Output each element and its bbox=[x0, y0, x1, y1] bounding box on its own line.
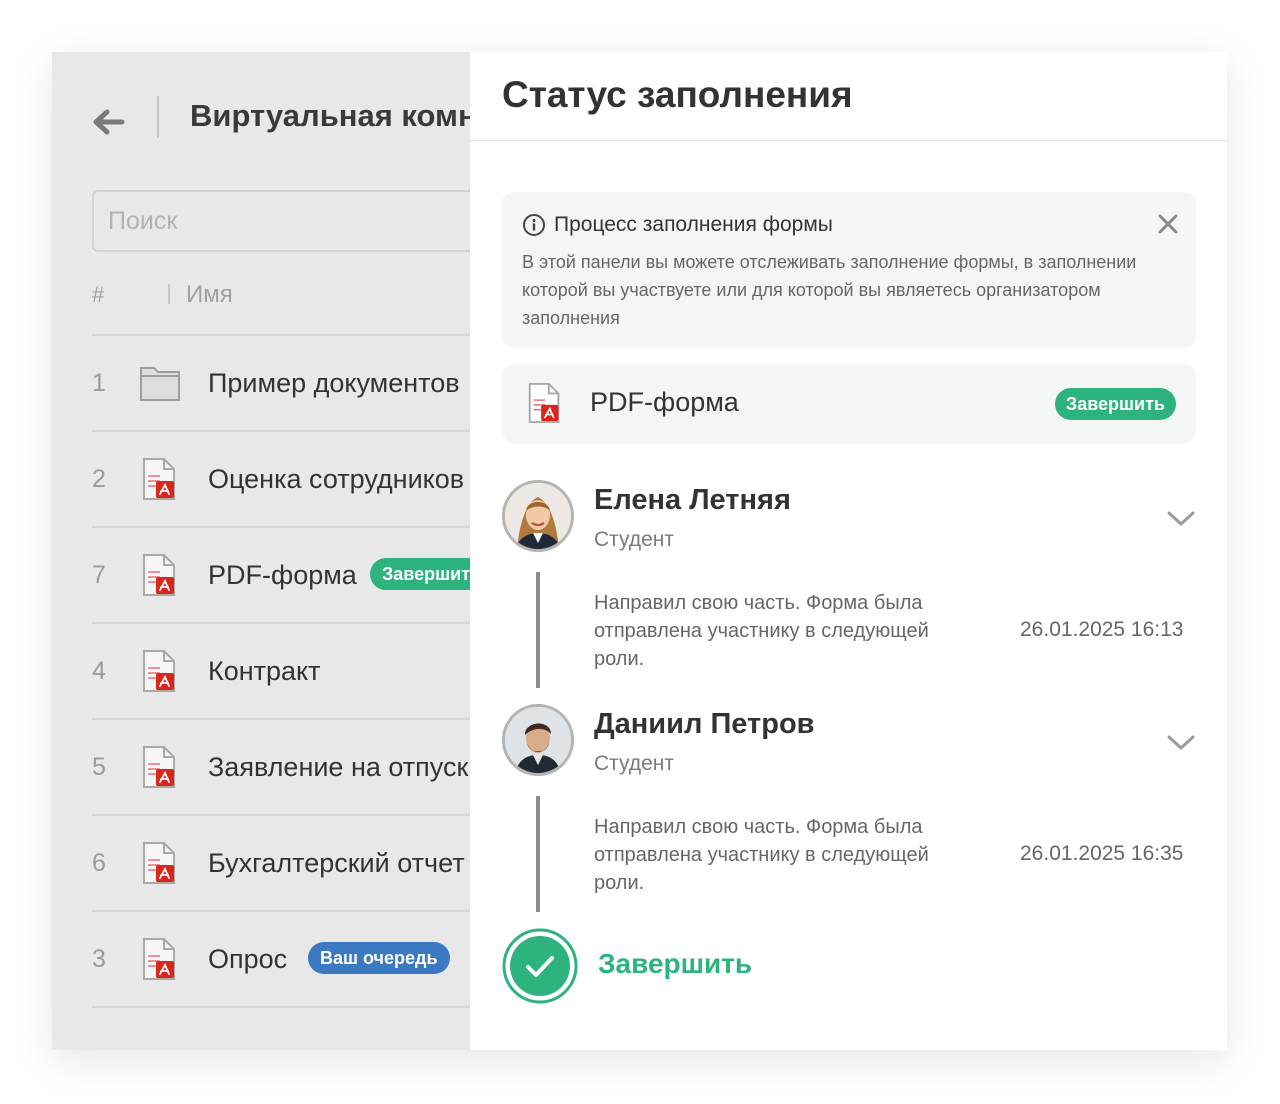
table-row[interactable]: 7 PDF-форма Завершить bbox=[92, 526, 494, 622]
header-divider bbox=[157, 96, 159, 138]
row-number: 6 bbox=[92, 849, 106, 877]
table-row[interactable]: 3 Опрос Ваш очередь bbox=[92, 910, 470, 1008]
status-timestamp: 26.01.2025 16:13 bbox=[1020, 618, 1184, 641]
column-header-number: # bbox=[92, 282, 105, 307]
info-banner-text: В этой панели вы можете отслеживать запо… bbox=[522, 252, 1137, 328]
chevron-down-icon[interactable] bbox=[1166, 734, 1196, 752]
table-row[interactable]: 4 Контракт bbox=[92, 622, 470, 718]
back-arrow-icon[interactable] bbox=[90, 104, 126, 140]
person-role: Студент bbox=[594, 752, 674, 775]
folder-icon bbox=[140, 367, 180, 401]
row-name: Бухгалтерский отчет bbox=[208, 848, 465, 878]
status-badge-finish[interactable]: Завершить bbox=[1054, 388, 1176, 420]
info-banner-title: Процесс заполнения формы bbox=[554, 213, 833, 236]
table-row[interactable]: 6 Бухгалтерский отчет bbox=[92, 814, 470, 910]
avatar bbox=[502, 480, 574, 552]
finish-button[interactable]: Завершить bbox=[598, 948, 752, 980]
row-number: 1 bbox=[92, 369, 106, 397]
file-table: 1 Пример документов 2 Оценка сотрудников bbox=[92, 334, 494, 1008]
row-number: 5 bbox=[92, 753, 106, 781]
info-banner: Процесс заполнения формы В этой панели в… bbox=[502, 192, 1196, 348]
column-header-name[interactable]: Имя bbox=[186, 281, 233, 309]
chevron-down-icon[interactable] bbox=[1166, 510, 1196, 528]
pdf-file-icon bbox=[528, 382, 560, 424]
row-number: 4 bbox=[92, 657, 106, 685]
status-note: Направил свою часть. Форма была отправле… bbox=[594, 592, 929, 670]
status-note: Направил свою часть. Форма была отправле… bbox=[594, 816, 929, 894]
pdf-file-icon bbox=[143, 458, 175, 500]
timeline-line bbox=[536, 572, 540, 688]
pdf-file-icon bbox=[143, 842, 175, 884]
pdf-file-icon bbox=[143, 746, 175, 788]
row-name: Заявление на отпуск bbox=[208, 752, 469, 782]
row-name: Оценка сотрудников bbox=[208, 464, 465, 494]
row-number: 3 bbox=[92, 945, 106, 973]
status-timestamp: 26.01.2025 16:35 bbox=[1020, 842, 1184, 865]
info-icon bbox=[523, 214, 545, 236]
person-role: Студент bbox=[594, 528, 674, 551]
avatar bbox=[502, 704, 574, 776]
pdf-file-icon bbox=[143, 554, 175, 596]
status-badge-your-turn[interactable]: Ваш очередь bbox=[308, 942, 450, 974]
panel-divider bbox=[470, 140, 1227, 141]
table-row[interactable]: 1 Пример документов bbox=[92, 334, 470, 430]
file-list-pane: Виртуальная комната # Имя 1 Пример докум… bbox=[52, 52, 526, 1050]
close-icon[interactable] bbox=[1156, 212, 1180, 236]
timeline-line bbox=[536, 796, 540, 912]
form-name: PDF-форма bbox=[590, 387, 739, 417]
pdf-file-icon bbox=[143, 938, 175, 980]
row-number: 7 bbox=[92, 561, 106, 589]
search-input[interactable] bbox=[92, 190, 512, 252]
row-name: PDF-форма bbox=[208, 560, 357, 590]
row-name: Контракт bbox=[208, 656, 321, 686]
fill-status-panel: Статус заполнения Процесс заполнения фор… bbox=[470, 52, 1227, 1050]
table-row[interactable]: 2 Оценка сотрудников bbox=[92, 430, 470, 526]
column-separator bbox=[168, 284, 170, 304]
panel-title: Статус заполнения bbox=[502, 74, 853, 115]
row-number: 2 bbox=[92, 465, 106, 493]
form-card[interactable]: PDF-форма Завершить bbox=[502, 364, 1196, 443]
check-circle-icon[interactable] bbox=[502, 928, 578, 1004]
pdf-file-icon bbox=[143, 650, 175, 692]
row-name: Пример документов bbox=[208, 368, 460, 398]
app-window: Виртуальная комната # Имя 1 Пример докум… bbox=[52, 52, 1227, 1050]
table-row[interactable]: 5 Заявление на отпуск bbox=[92, 718, 470, 814]
person-name: Даниил Петров bbox=[594, 708, 815, 740]
row-name: Опрос bbox=[208, 944, 288, 974]
person-name: Елена Летняя bbox=[594, 484, 791, 516]
